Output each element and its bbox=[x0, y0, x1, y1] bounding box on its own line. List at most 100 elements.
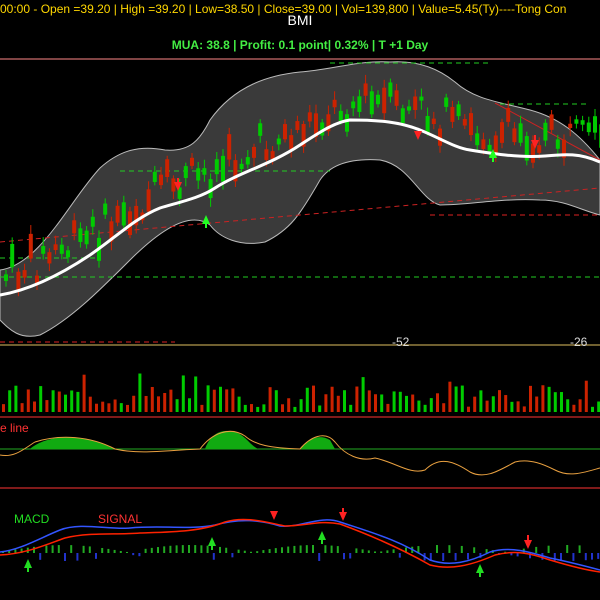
volume-bar bbox=[374, 394, 377, 412]
volume-bar bbox=[560, 392, 563, 412]
volume-bar bbox=[411, 394, 415, 412]
volume-bar bbox=[2, 404, 5, 412]
volume-bar bbox=[237, 396, 241, 412]
volume-bar bbox=[268, 387, 272, 412]
volume-bar bbox=[572, 404, 576, 412]
histogram-bar bbox=[212, 553, 215, 560]
histogram-bar bbox=[144, 548, 147, 553]
volume-bar bbox=[33, 401, 36, 412]
volume-bar bbox=[119, 403, 123, 412]
histogram-bar bbox=[336, 546, 339, 553]
candle bbox=[549, 109, 554, 133]
volume-bar bbox=[107, 403, 111, 412]
macd-line bbox=[0, 519, 600, 571]
histogram-bar bbox=[57, 545, 60, 553]
volume-bar bbox=[14, 385, 18, 412]
volume-bar bbox=[330, 386, 334, 412]
histogram-bar bbox=[454, 553, 457, 561]
volume-bar bbox=[386, 403, 390, 412]
volume-bar bbox=[423, 404, 427, 412]
volume-bar bbox=[206, 385, 210, 412]
volume-bar bbox=[138, 373, 142, 412]
volume-bar bbox=[274, 390, 278, 412]
volume-bar bbox=[343, 390, 346, 412]
volume-bar bbox=[522, 406, 526, 412]
histogram-bar bbox=[485, 549, 488, 553]
histogram-bar bbox=[305, 545, 308, 553]
volume-bar bbox=[510, 401, 514, 412]
volume-bar bbox=[70, 390, 74, 412]
histogram-bar bbox=[70, 545, 73, 553]
histogram-bar bbox=[113, 549, 116, 553]
histogram-bar bbox=[584, 553, 587, 561]
volume-bar bbox=[361, 377, 365, 412]
volume-bar bbox=[535, 396, 539, 412]
histogram-bar bbox=[467, 553, 469, 560]
histogram-bar bbox=[324, 545, 327, 553]
trend-panel-label: e line bbox=[0, 421, 29, 435]
stock-chart-canvas[interactable]: -52 -26 e line MACD SIGNAL bbox=[0, 0, 600, 600]
volume-bar bbox=[231, 388, 235, 412]
histogram-bar bbox=[119, 550, 122, 553]
volume-bar bbox=[169, 389, 173, 412]
volume-bar bbox=[113, 399, 117, 412]
histogram-bar bbox=[460, 545, 463, 553]
histogram-bar bbox=[169, 545, 172, 553]
histogram-bar bbox=[175, 545, 178, 553]
volume-bar bbox=[318, 405, 322, 412]
volume-bar bbox=[132, 395, 136, 412]
volume-bar bbox=[479, 390, 483, 412]
histogram-bar bbox=[274, 548, 277, 553]
volume-bar bbox=[175, 399, 179, 412]
histogram-bar bbox=[591, 553, 593, 560]
volume-bar bbox=[336, 395, 340, 412]
volume-bar bbox=[442, 403, 446, 412]
volume-bar bbox=[380, 394, 384, 412]
histogram-bar bbox=[386, 550, 389, 553]
histogram-bar bbox=[33, 546, 35, 553]
volume-bar bbox=[200, 404, 204, 412]
histogram-bar bbox=[566, 545, 569, 553]
volume-bar bbox=[529, 385, 532, 412]
volume-bar bbox=[584, 380, 588, 412]
histogram-bar bbox=[262, 550, 265, 553]
histogram-bar bbox=[287, 546, 290, 553]
volume-bar bbox=[454, 386, 458, 412]
histogram-bar bbox=[194, 545, 197, 553]
histogram-bar bbox=[281, 547, 283, 553]
histogram-bar bbox=[448, 545, 451, 553]
volume-bar bbox=[504, 395, 508, 412]
histogram-bar bbox=[343, 553, 345, 560]
histogram-bar bbox=[374, 551, 376, 553]
histogram-bar bbox=[126, 551, 128, 553]
volume-bar bbox=[126, 404, 129, 412]
sell-arrow-icon bbox=[270, 511, 278, 520]
volume-bar bbox=[516, 401, 520, 412]
volume-bar bbox=[51, 390, 55, 412]
volume-bar bbox=[566, 399, 570, 412]
histogram-bar bbox=[349, 553, 352, 559]
volume-bar bbox=[45, 400, 49, 412]
volume-bar bbox=[355, 386, 359, 412]
volume-bar bbox=[417, 400, 421, 412]
volume-bar bbox=[312, 385, 315, 412]
histogram-bar bbox=[299, 545, 302, 553]
volume-bar bbox=[157, 396, 160, 412]
candle bbox=[586, 116, 591, 136]
histogram-bar bbox=[398, 553, 401, 558]
volume-bar bbox=[448, 381, 452, 412]
bar-offset-marker-left: -52 bbox=[392, 335, 410, 349]
histogram-bar bbox=[250, 551, 252, 553]
candle bbox=[28, 225, 33, 263]
volume-bar bbox=[460, 385, 464, 412]
volume-bar bbox=[324, 394, 328, 412]
histogram-bar bbox=[268, 549, 271, 553]
volume-bar bbox=[287, 398, 291, 412]
volume-bar bbox=[436, 393, 439, 412]
volume-bar bbox=[57, 391, 61, 412]
volume-bar bbox=[82, 374, 86, 412]
histogram-bar bbox=[188, 545, 190, 553]
volume-bar bbox=[64, 394, 67, 412]
volume-bar bbox=[144, 395, 148, 412]
histogram-bar bbox=[101, 547, 104, 553]
